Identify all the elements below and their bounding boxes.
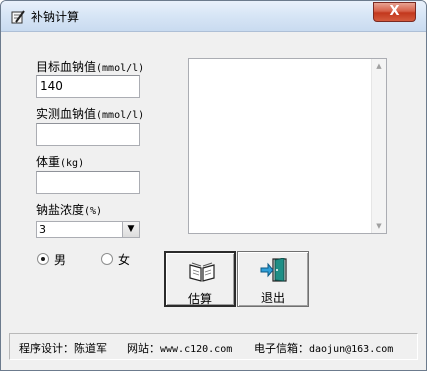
radio-female-label[interactable]: 女 bbox=[118, 251, 130, 268]
designer-info: 程序设计：陈道军 bbox=[19, 342, 107, 355]
measured-sodium-label: 实测血钠值(mmol/l) bbox=[36, 107, 145, 121]
radio-male[interactable] bbox=[37, 253, 49, 265]
window-title: 补钠计算 bbox=[31, 10, 80, 24]
exit-button[interactable]: 退出 bbox=[237, 251, 309, 307]
scroll-up-icon[interactable]: ▲ bbox=[372, 59, 386, 73]
concentration-select[interactable]: 3 ▼ bbox=[36, 221, 140, 238]
concentration-label: 钠盐浓度(%) bbox=[36, 203, 103, 217]
target-sodium-input[interactable]: 140 bbox=[36, 75, 140, 98]
scroll-down-icon[interactable]: ▼ bbox=[372, 219, 386, 233]
website-info: 网站：www.c120.com bbox=[127, 342, 233, 355]
weight-input[interactable] bbox=[36, 171, 140, 194]
pen-notebook-icon bbox=[11, 10, 25, 24]
measured-sodium-input[interactable] bbox=[36, 123, 140, 146]
estimate-button-label: 估算 bbox=[187, 292, 212, 306]
exit-button-label: 退出 bbox=[260, 291, 285, 305]
estimate-button[interactable]: 估算 bbox=[164, 251, 236, 307]
client-area: 目标血钠值(mmol/l) 140 实测血钠值(mmol/l) 体重(kg) 钠… bbox=[9, 32, 418, 331]
target-sodium-label: 目标血钠值(mmol/l) bbox=[36, 60, 145, 74]
radio-male-label[interactable]: 男 bbox=[54, 251, 66, 268]
status-bar: 程序设计：陈道军 网站：www.c120.com 电子信箱：daojun@163… bbox=[9, 333, 418, 360]
email-info: 电子信箱：daojun@163.com bbox=[254, 342, 394, 355]
weight-label: 体重(kg) bbox=[36, 155, 85, 169]
radio-female[interactable] bbox=[101, 253, 113, 265]
open-book-icon bbox=[189, 262, 215, 282]
concentration-value: 3 bbox=[39, 223, 46, 236]
exit-door-icon bbox=[260, 258, 287, 282]
vertical-scrollbar[interactable]: ▲ ▼ bbox=[371, 59, 386, 233]
result-textarea[interactable]: ▲ ▼ bbox=[188, 58, 387, 234]
title-bar[interactable]: 补钠计算 X bbox=[1, 1, 426, 32]
chevron-down-icon[interactable]: ▼ bbox=[122, 222, 139, 237]
app-window: 补钠计算 X 目标血钠值(mmol/l) 140 实测血钠值(mmol/l) 体… bbox=[0, 0, 427, 371]
close-button[interactable]: X bbox=[373, 2, 416, 22]
